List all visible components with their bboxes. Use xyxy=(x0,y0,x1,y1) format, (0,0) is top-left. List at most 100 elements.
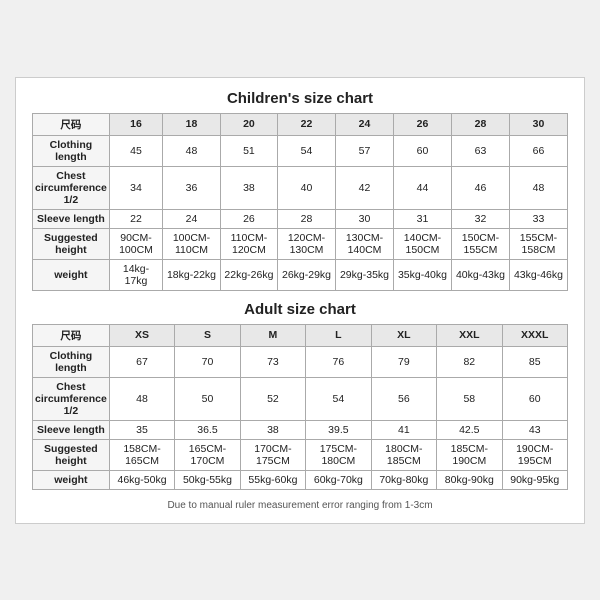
cell-r3-c2: 170CM-175CM xyxy=(240,439,305,470)
cell-r3-c6: 150CM-155CM xyxy=(451,228,509,259)
col-header-7: 28 xyxy=(451,113,509,135)
col-header-6: 26 xyxy=(393,113,451,135)
cell-r2-c5: 31 xyxy=(393,209,451,228)
cell-r3-c0: 90CM-100CM xyxy=(109,228,162,259)
cell-r1-c1: 50 xyxy=(175,377,240,420)
cell-r0-c7: 66 xyxy=(509,135,567,166)
cell-r1-c4: 42 xyxy=(336,166,394,209)
table-row: weight46kg-50kg50kg-55kg55kg-60kg60kg-70… xyxy=(33,470,568,489)
cell-r2-c1: 36.5 xyxy=(175,420,240,439)
cell-r1-c0: 34 xyxy=(109,166,162,209)
cell-r1-c5: 58 xyxy=(437,377,502,420)
cell-r2-c0: 35 xyxy=(109,420,174,439)
table-row: Clothing length4548515457606366 xyxy=(33,135,568,166)
cell-r1-c3: 54 xyxy=(306,377,371,420)
children-size-table: 尺码1618202224262830 Clothing length454851… xyxy=(32,113,568,291)
row-label-1: Chest circumference 1/2 xyxy=(33,166,110,209)
cell-r4-c4: 29kg-35kg xyxy=(336,259,394,290)
col-header-2: 18 xyxy=(163,113,221,135)
size-chart-card: Children's size chart 尺码1618202224262830… xyxy=(15,77,585,524)
cell-r0-c5: 60 xyxy=(393,135,451,166)
cell-r3-c1: 165CM-170CM xyxy=(175,439,240,470)
cell-r1-c1: 36 xyxy=(163,166,221,209)
cell-r3-c4: 180CM-185CM xyxy=(371,439,436,470)
cell-r2-c7: 33 xyxy=(509,209,567,228)
cell-r3-c2: 110CM-120CM xyxy=(220,228,277,259)
footer-note: Due to manual ruler measurement error ra… xyxy=(32,500,568,511)
cell-r2-c5: 42.5 xyxy=(437,420,502,439)
table-row: Chest circumference 1/23436384042444648 xyxy=(33,166,568,209)
cell-r0-c5: 82 xyxy=(437,346,502,377)
cell-r4-c1: 50kg-55kg xyxy=(175,470,240,489)
cell-r0-c1: 70 xyxy=(175,346,240,377)
col-header-3: M xyxy=(240,324,305,346)
col-header-0: 尺码 xyxy=(33,324,110,346)
cell-r4-c3: 26kg-29kg xyxy=(278,259,336,290)
cell-r1-c2: 52 xyxy=(240,377,305,420)
cell-r1-c4: 56 xyxy=(371,377,436,420)
table-row: Sleeve length2224262830313233 xyxy=(33,209,568,228)
row-label-3: Suggested height xyxy=(33,228,110,259)
cell-r4-c0: 46kg-50kg xyxy=(109,470,174,489)
cell-r2-c1: 24 xyxy=(163,209,221,228)
cell-r0-c0: 67 xyxy=(109,346,174,377)
cell-r3-c5: 140CM-150CM xyxy=(393,228,451,259)
cell-r1-c6: 60 xyxy=(502,377,567,420)
cell-r1-c5: 44 xyxy=(393,166,451,209)
cell-r3-c1: 100CM-110CM xyxy=(163,228,221,259)
cell-r4-c5: 35kg-40kg xyxy=(393,259,451,290)
col-header-8: 30 xyxy=(509,113,567,135)
adult-chart-title: Adult size chart xyxy=(32,301,568,318)
cell-r2-c0: 22 xyxy=(109,209,162,228)
cell-r4-c4: 70kg-80kg xyxy=(371,470,436,489)
cell-r0-c0: 45 xyxy=(109,135,162,166)
table-row: weight14kg-17kg18kg-22kg22kg-26kg26kg-29… xyxy=(33,259,568,290)
cell-r3-c3: 120CM-130CM xyxy=(278,228,336,259)
cell-r3-c0: 158CM-165CM xyxy=(109,439,174,470)
col-header-2: S xyxy=(175,324,240,346)
cell-r2-c3: 28 xyxy=(278,209,336,228)
cell-r1-c3: 40 xyxy=(278,166,336,209)
cell-r3-c4: 130CM-140CM xyxy=(336,228,394,259)
col-header-1: XS xyxy=(109,324,174,346)
row-label-4: weight xyxy=(33,259,110,290)
cell-r4-c1: 18kg-22kg xyxy=(163,259,221,290)
cell-r4-c3: 60kg-70kg xyxy=(306,470,371,489)
cell-r0-c4: 79 xyxy=(371,346,436,377)
col-header-0: 尺码 xyxy=(33,113,110,135)
cell-r2-c6: 32 xyxy=(451,209,509,228)
cell-r2-c2: 26 xyxy=(220,209,277,228)
cell-r0-c2: 73 xyxy=(240,346,305,377)
cell-r4-c6: 90kg-95kg xyxy=(502,470,567,489)
cell-r1-c6: 46 xyxy=(451,166,509,209)
cell-r4-c2: 55kg-60kg xyxy=(240,470,305,489)
cell-r0-c4: 57 xyxy=(336,135,394,166)
table-row: Clothing length67707376798285 xyxy=(33,346,568,377)
cell-r0-c6: 85 xyxy=(502,346,567,377)
cell-r0-c1: 48 xyxy=(163,135,221,166)
row-label-1: Chest circumference 1/2 xyxy=(33,377,110,420)
cell-r0-c3: 54 xyxy=(278,135,336,166)
col-header-6: XXL xyxy=(437,324,502,346)
cell-r4-c2: 22kg-26kg xyxy=(220,259,277,290)
cell-r3-c6: 190CM-195CM xyxy=(502,439,567,470)
cell-r2-c6: 43 xyxy=(502,420,567,439)
col-header-5: XL xyxy=(371,324,436,346)
cell-r3-c3: 175CM-180CM xyxy=(306,439,371,470)
cell-r4-c0: 14kg-17kg xyxy=(109,259,162,290)
cell-r0-c2: 51 xyxy=(220,135,277,166)
row-label-0: Clothing length xyxy=(33,135,110,166)
cell-r0-c3: 76 xyxy=(306,346,371,377)
row-label-2: Sleeve length xyxy=(33,209,110,228)
adult-size-table: 尺码XSSMLXLXXLXXXL Clothing length67707376… xyxy=(32,324,568,490)
cell-r3-c7: 155CM-158CM xyxy=(509,228,567,259)
col-header-5: 24 xyxy=(336,113,394,135)
cell-r4-c7: 43kg-46kg xyxy=(509,259,567,290)
cell-r2-c3: 39.5 xyxy=(306,420,371,439)
col-header-7: XXXL xyxy=(502,324,567,346)
cell-r1-c2: 38 xyxy=(220,166,277,209)
cell-r1-c0: 48 xyxy=(109,377,174,420)
table-row: Chest circumference 1/248505254565860 xyxy=(33,377,568,420)
cell-r3-c5: 185CM-190CM xyxy=(437,439,502,470)
children-chart-title: Children's size chart xyxy=(32,90,568,107)
